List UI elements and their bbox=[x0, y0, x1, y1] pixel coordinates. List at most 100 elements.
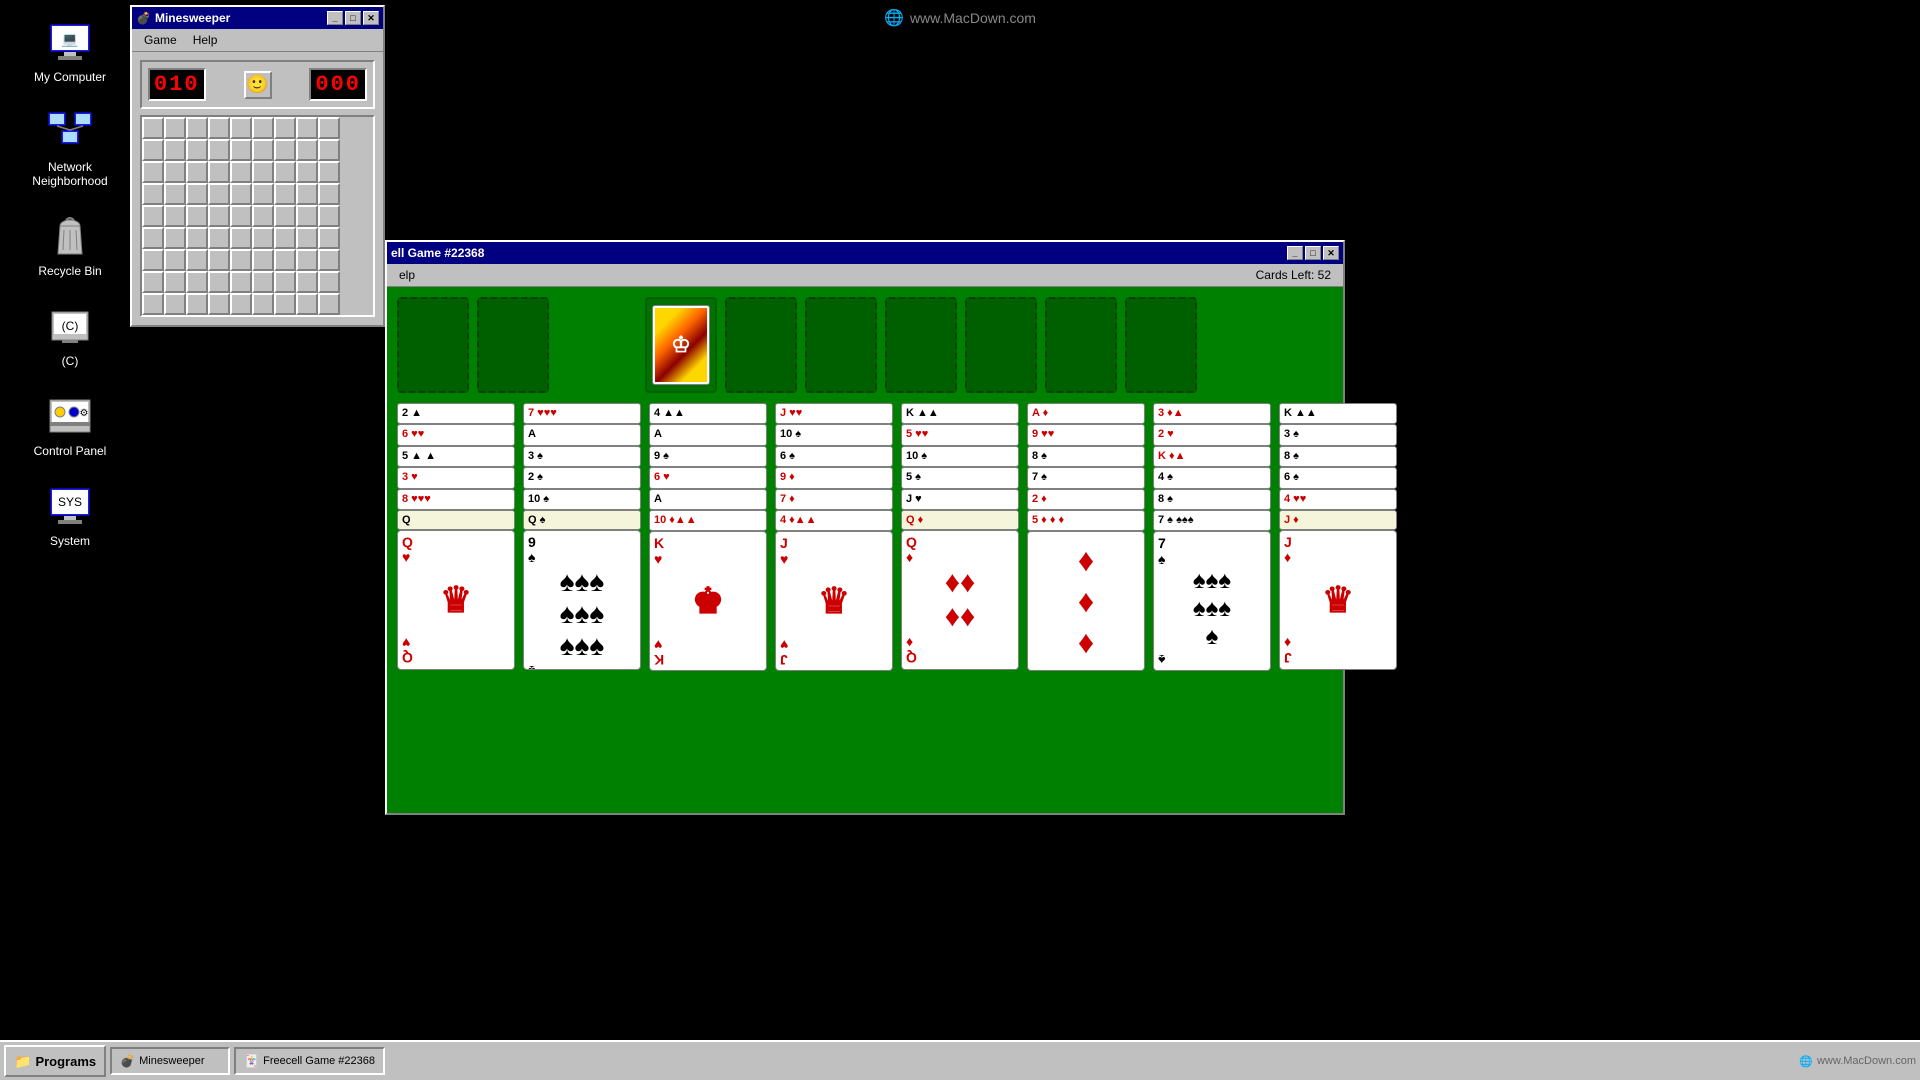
card-4h[interactable]: 4 ♥♥ bbox=[1279, 489, 1397, 510]
foundation-2[interactable] bbox=[725, 297, 797, 393]
mine-cell-77[interactable] bbox=[252, 293, 274, 315]
mine-cell-78[interactable] bbox=[274, 293, 296, 315]
mine-cell-1[interactable] bbox=[164, 117, 186, 139]
card-j3[interactable]: J ♥ bbox=[901, 489, 1019, 510]
mine-cell-16[interactable] bbox=[296, 139, 318, 161]
mine-cell-40[interactable] bbox=[230, 205, 252, 227]
mine-cell-7[interactable] bbox=[296, 117, 318, 139]
card-5s[interactable]: 5 ▲ ▲ bbox=[397, 446, 515, 467]
mine-cell-18[interactable] bbox=[142, 161, 164, 183]
mine-cell-39[interactable] bbox=[208, 205, 230, 227]
card-3s2[interactable]: 3 ♠ bbox=[1279, 424, 1397, 445]
mine-cell-2[interactable] bbox=[186, 117, 208, 139]
mine-cell-4[interactable] bbox=[230, 117, 252, 139]
card-7d[interactable]: 7 ♦ bbox=[775, 489, 893, 510]
mine-cell-35[interactable] bbox=[318, 183, 340, 205]
minesweeper-minimize[interactable]: _ bbox=[327, 11, 343, 25]
card-j-diamonds[interactable]: J♦ ♛ J♦ bbox=[1279, 530, 1397, 670]
mine-cell-74[interactable] bbox=[186, 293, 208, 315]
mine-cell-12[interactable] bbox=[208, 139, 230, 161]
mine-cell-46[interactable] bbox=[164, 227, 186, 249]
card-9d[interactable]: 9 ♦ bbox=[775, 467, 893, 488]
mine-cell-76[interactable] bbox=[230, 293, 252, 315]
menu-game[interactable]: Game bbox=[136, 31, 185, 49]
card-3d[interactable]: 3 ♦▲ bbox=[1153, 403, 1271, 424]
waste-pile[interactable] bbox=[477, 297, 549, 393]
card-a2[interactable]: A bbox=[523, 424, 641, 445]
mine-cell-19[interactable] bbox=[164, 161, 186, 183]
smiley-button[interactable]: 🙂 bbox=[244, 71, 272, 99]
mine-cell-61[interactable] bbox=[296, 249, 318, 271]
mine-cell-63[interactable] bbox=[142, 271, 164, 293]
mine-cell-9[interactable] bbox=[142, 139, 164, 161]
card-diamonds-big[interactable]: ♦♦♦ bbox=[1027, 531, 1145, 671]
mine-cell-70[interactable] bbox=[296, 271, 318, 293]
icon-recycle-bin[interactable]: Recycle Bin bbox=[10, 204, 130, 286]
mine-cell-31[interactable] bbox=[230, 183, 252, 205]
card-6h2[interactable]: 6 ♥ bbox=[649, 467, 767, 488]
mine-cell-41[interactable] bbox=[252, 205, 274, 227]
mine-cell-5[interactable] bbox=[252, 117, 274, 139]
solitaire-close[interactable]: ✕ bbox=[1323, 246, 1339, 260]
mine-cell-26[interactable] bbox=[318, 161, 340, 183]
card-2s[interactable]: 2 ▲ bbox=[397, 403, 515, 424]
mine-cell-10[interactable] bbox=[164, 139, 186, 161]
taskbar-solitaire[interactable]: 🃏 Freecell Game #22368 bbox=[234, 1047, 385, 1075]
mine-cell-20[interactable] bbox=[186, 161, 208, 183]
card-q-partial1[interactable]: Q bbox=[397, 510, 515, 530]
mine-cell-59[interactable] bbox=[252, 249, 274, 271]
card-6h[interactable]: 6 ♥♥ bbox=[397, 424, 515, 445]
mine-cell-43[interactable] bbox=[296, 205, 318, 227]
mine-cell-55[interactable] bbox=[164, 249, 186, 271]
card-5s2[interactable]: 5 ♠ bbox=[901, 467, 1019, 488]
card-kd[interactable]: K ♦▲ bbox=[1153, 446, 1271, 467]
mine-cell-64[interactable] bbox=[164, 271, 186, 293]
mine-cell-25[interactable] bbox=[296, 161, 318, 183]
card-5h[interactable]: 5 ♥♥ bbox=[901, 424, 1019, 445]
mine-cell-53[interactable] bbox=[318, 227, 340, 249]
card-8s[interactable]: 8 ♠ bbox=[1027, 446, 1145, 467]
card-4d[interactable]: 4 ♦▲▲ bbox=[775, 510, 893, 531]
mine-cell-32[interactable] bbox=[252, 183, 274, 205]
foundation-4[interactable] bbox=[885, 297, 957, 393]
mine-cell-72[interactable] bbox=[142, 293, 164, 315]
card-a4[interactable]: A bbox=[649, 489, 767, 510]
mine-cell-68[interactable] bbox=[252, 271, 274, 293]
mine-cell-37[interactable] bbox=[164, 205, 186, 227]
mine-cell-23[interactable] bbox=[252, 161, 274, 183]
mine-cell-6[interactable] bbox=[274, 117, 296, 139]
mine-cell-75[interactable] bbox=[208, 293, 230, 315]
mine-cell-56[interactable] bbox=[186, 249, 208, 271]
mine-cell-66[interactable] bbox=[208, 271, 230, 293]
card-7s-big[interactable]: 7♠ ♠♠♠♠♠♠♠ 7♠ bbox=[1153, 531, 1271, 671]
icon-c-drive[interactable]: (C) (C) bbox=[10, 294, 130, 376]
minesweeper-close[interactable]: ✕ bbox=[363, 11, 379, 25]
mine-cell-62[interactable] bbox=[318, 249, 340, 271]
menu-help[interactable]: Help bbox=[185, 31, 226, 49]
foundation-6[interactable] bbox=[1045, 297, 1117, 393]
mine-cell-38[interactable] bbox=[186, 205, 208, 227]
card-10s2[interactable]: 10 ♠ bbox=[775, 424, 893, 445]
card-9s2[interactable]: 9 ♠ bbox=[649, 446, 767, 467]
mine-cell-67[interactable] bbox=[230, 271, 252, 293]
mine-cell-15[interactable] bbox=[274, 139, 296, 161]
card-10s3[interactable]: 10 ♠ bbox=[901, 446, 1019, 467]
card-j-hearts[interactable]: J♥ ♛ J♥ bbox=[775, 531, 893, 671]
mine-cell-36[interactable] bbox=[142, 205, 164, 227]
mine-cell-69[interactable] bbox=[274, 271, 296, 293]
icon-control-panel[interactable]: ⚙ Control Panel bbox=[10, 384, 130, 466]
mine-cell-14[interactable] bbox=[252, 139, 274, 161]
mine-cell-3[interactable] bbox=[208, 117, 230, 139]
icon-system[interactable]: SYS System bbox=[10, 474, 130, 556]
card-q-partial2[interactable]: Q ♠ bbox=[523, 510, 641, 530]
card-5d[interactable]: 5 ♦ ♦ ♦ bbox=[1027, 510, 1145, 531]
mine-cell-49[interactable] bbox=[230, 227, 252, 249]
minesweeper-maximize[interactable]: □ bbox=[345, 11, 361, 25]
card-4s[interactable]: 4 ▲▲ bbox=[649, 403, 767, 424]
foundation-5[interactable] bbox=[965, 297, 1037, 393]
mine-cell-71[interactable] bbox=[318, 271, 340, 293]
card-9h[interactable]: 9 ♥♥ bbox=[1027, 424, 1145, 445]
card-7s[interactable]: 7 ♠ bbox=[1027, 467, 1145, 488]
mine-cell-30[interactable] bbox=[208, 183, 230, 205]
mine-cell-21[interactable] bbox=[208, 161, 230, 183]
